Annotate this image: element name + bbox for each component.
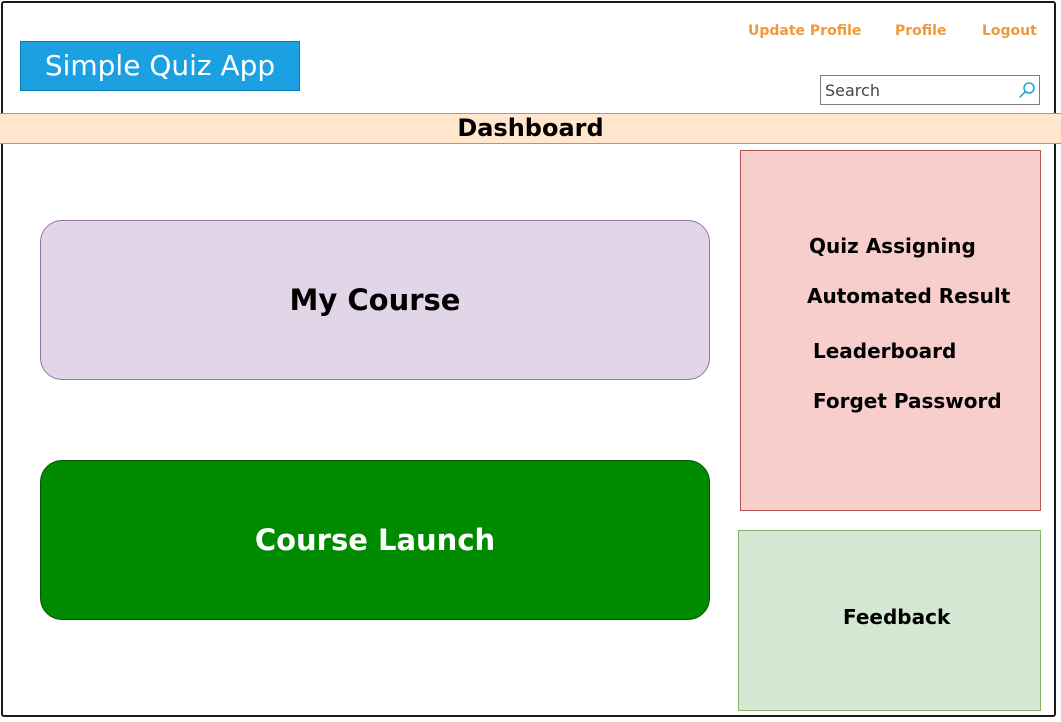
features-panel: Quiz Assigning Automated Result Leaderbo… <box>740 150 1041 511</box>
quiz-assigning-link[interactable]: Quiz Assigning <box>809 234 976 258</box>
search-icon[interactable] <box>1018 81 1036 99</box>
course-launch-button[interactable]: Course Launch <box>40 460 710 620</box>
forget-password-link[interactable]: Forget Password <box>813 389 1002 413</box>
app-logo[interactable]: Simple Quiz App <box>20 41 300 91</box>
feedback-label: Feedback <box>843 605 951 629</box>
logout-link[interactable]: Logout <box>982 22 1037 40</box>
course-launch-label: Course Launch <box>254 523 496 557</box>
leaderboard-link[interactable]: Leaderboard <box>813 339 956 363</box>
my-course-button[interactable]: My Course <box>40 220 710 380</box>
search-input[interactable] <box>821 76 1011 104</box>
feedback-panel[interactable]: Feedback <box>738 530 1041 711</box>
my-course-label: My Course <box>289 283 461 317</box>
update-profile-link[interactable]: Update Profile <box>748 22 861 40</box>
dashboard-title-bar: Dashboard <box>0 113 1061 144</box>
page-title: Dashboard <box>457 114 604 142</box>
automated-result-link[interactable]: Automated Result <box>807 284 1010 308</box>
search-box <box>820 75 1040 105</box>
profile-link[interactable]: Profile <box>895 22 946 40</box>
